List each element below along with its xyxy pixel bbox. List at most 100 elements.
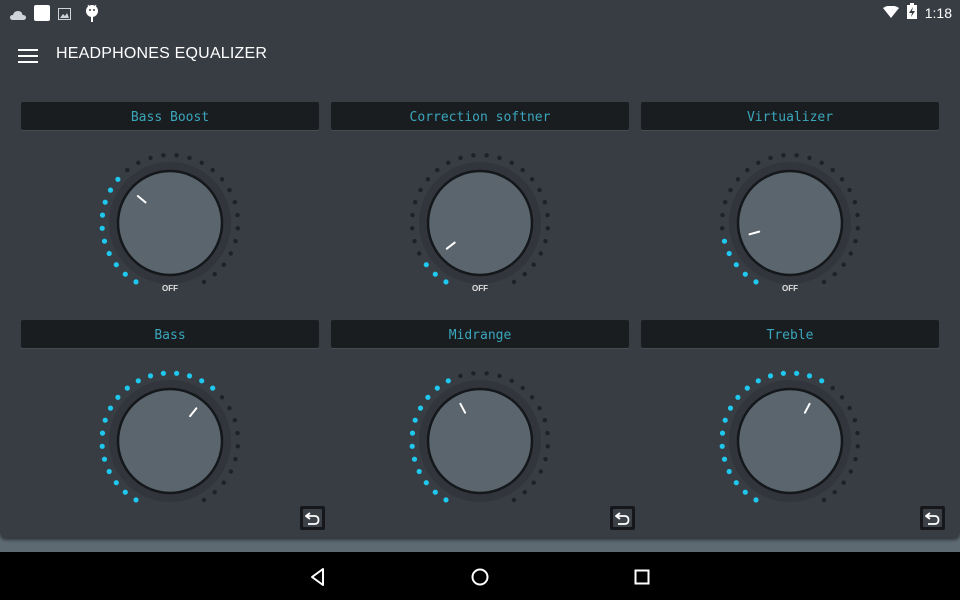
- level-dot-lit: [432, 271, 438, 277]
- level-dot: [537, 187, 542, 193]
- off-label: OFF: [472, 284, 488, 293]
- level-dot: [819, 160, 824, 165]
- wifi-icon: [882, 5, 899, 21]
- undo-arrow-icon: [923, 509, 942, 527]
- level-dot: [446, 160, 451, 165]
- level-dot-lit: [99, 225, 105, 231]
- level-dot: [522, 490, 527, 495]
- knob-face[interactable]: [116, 169, 224, 277]
- level-dot: [458, 155, 463, 161]
- knob-face[interactable]: [736, 169, 844, 277]
- level-dot: [841, 262, 846, 267]
- battery-charging-icon: [906, 3, 917, 22]
- knob-face[interactable]: [116, 387, 224, 495]
- level-dot: [847, 187, 852, 193]
- clock: 1:18: [924, 4, 952, 21]
- level-dot: [136, 160, 141, 165]
- level-dot: [148, 155, 153, 161]
- level-dot: [484, 153, 489, 158]
- level-dot: [425, 177, 431, 182]
- home-icon[interactable]: [469, 566, 491, 588]
- panel-label: Virtualizer: [641, 102, 939, 130]
- level-dot: [720, 212, 725, 218]
- reset-midrange-button[interactable]: [610, 506, 635, 530]
- level-dot: [520, 167, 525, 173]
- level-dot: [410, 212, 415, 218]
- recents-icon[interactable]: [631, 566, 653, 588]
- panel-label: Correction softner: [331, 102, 629, 130]
- level-dot: [221, 480, 226, 485]
- knob-graphic[interactable]: [719, 152, 861, 294]
- knob-midrange[interactable]: [409, 370, 551, 512]
- level-dot: [839, 177, 845, 182]
- undo-arrow-icon: [613, 509, 632, 527]
- level-dot: [852, 418, 857, 423]
- knob-graphic[interactable]: [99, 152, 241, 294]
- level-dot-lit: [409, 443, 415, 449]
- back-icon[interactable]: [307, 566, 329, 588]
- level-dot: [839, 395, 845, 400]
- level-dot-lit: [727, 405, 734, 411]
- level-dot-lit: [106, 250, 112, 257]
- level-dot: [830, 167, 835, 173]
- knob-virtualizer[interactable]: [719, 152, 861, 294]
- knob-face[interactable]: [736, 387, 844, 495]
- level-dot: [235, 212, 240, 218]
- knob-correction-softner[interactable]: [409, 152, 551, 294]
- level-dot-lit: [122, 489, 128, 495]
- knob-bass[interactable]: [99, 370, 241, 512]
- knob-graphic[interactable]: [409, 152, 551, 294]
- reset-treble-button[interactable]: [920, 506, 945, 530]
- level-dot-lit: [721, 238, 728, 244]
- level-dot: [855, 444, 860, 449]
- level-dot-lit: [147, 373, 154, 379]
- navigation-bar: [0, 552, 960, 600]
- knob-graphic[interactable]: [719, 370, 861, 512]
- level-dot-lit: [107, 187, 114, 193]
- level-dot: [545, 444, 550, 449]
- level-dot-lit: [115, 394, 121, 400]
- level-dot-lit: [425, 394, 431, 400]
- level-dot: [745, 167, 750, 173]
- knob-face[interactable]: [426, 387, 534, 495]
- level-dot: [418, 187, 423, 193]
- level-dot-lit: [102, 199, 108, 205]
- level-dot-lit: [416, 468, 422, 475]
- knob-treble[interactable]: [719, 370, 861, 512]
- level-dot-lit: [726, 250, 732, 257]
- level-dot: [728, 187, 733, 193]
- knob-bass-boost[interactable]: [99, 152, 241, 294]
- level-dot: [232, 418, 237, 423]
- panel-virtualizer: Virtualizer OFF: [641, 102, 939, 320]
- level-dot: [410, 226, 415, 231]
- reset-bass-button[interactable]: [300, 506, 325, 530]
- level-dot-lit: [411, 456, 418, 462]
- off-label: OFF: [162, 284, 178, 293]
- level-dot: [199, 160, 204, 165]
- knob-graphic[interactable]: [409, 370, 551, 512]
- level-dot-lit: [124, 385, 130, 391]
- level-dot-lit: [742, 271, 748, 277]
- level-dot: [852, 200, 857, 205]
- level-dot-lit: [102, 417, 108, 423]
- level-dot: [543, 239, 548, 244]
- level-dot-lit: [719, 443, 725, 449]
- hamburger-menu-icon[interactable]: [18, 49, 38, 63]
- level-dot-lit: [721, 456, 728, 462]
- level-dot: [853, 239, 858, 244]
- level-dot: [458, 373, 463, 379]
- knob-graphic[interactable]: [99, 370, 241, 512]
- knob-face[interactable]: [426, 169, 534, 277]
- level-dot-lit: [423, 480, 429, 486]
- level-dot: [219, 177, 225, 182]
- level-dot: [832, 490, 837, 495]
- panel-correction-softner: Correction softner OFF: [331, 102, 629, 320]
- level-dot-lit: [735, 394, 741, 400]
- panel-label: Treble: [641, 320, 939, 348]
- level-dot-lit: [122, 271, 128, 277]
- level-dot: [233, 457, 238, 462]
- level-dot: [807, 155, 812, 161]
- level-dot: [529, 177, 535, 182]
- level-dot: [417, 251, 422, 256]
- image-icon: [58, 7, 71, 25]
